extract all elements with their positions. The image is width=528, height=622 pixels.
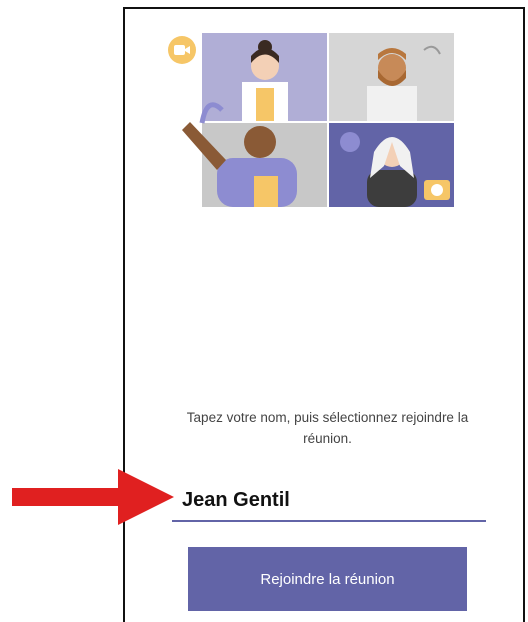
meeting-illustration [162,30,462,208]
join-instructions: Tapez votre nom, puis sélectionnez rejoi… [186,410,469,446]
arrow-icon [12,469,174,525]
name-input[interactable] [172,480,486,522]
join-meeting-button[interactable]: Rejoindre la réunion [188,547,467,611]
